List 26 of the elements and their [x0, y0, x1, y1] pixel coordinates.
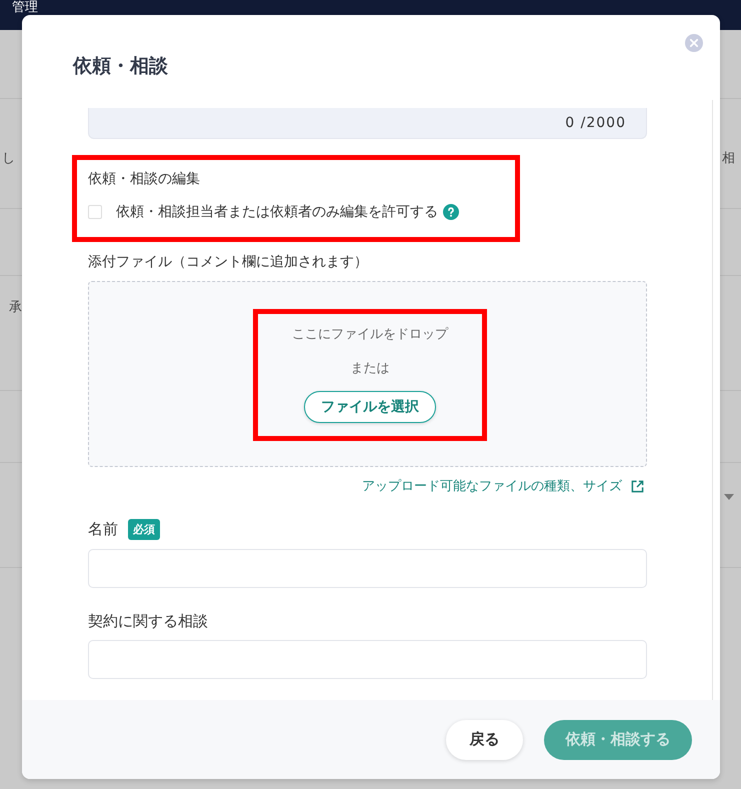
required-badge: 必須 [128, 519, 160, 540]
dialog-title: 依頼・相談 [73, 54, 168, 79]
drop-hint: ここにファイルをドロップ [292, 326, 448, 343]
text: し [2, 150, 15, 167]
section-label: 添付ファイル（コメント欄に追加されます） [88, 253, 369, 271]
character-counter: 0 /2000 [565, 115, 626, 131]
field-label: 契約に関する相談 [88, 612, 208, 631]
choose-file-button[interactable]: ファイルを選択 [304, 391, 436, 423]
text: 承 [9, 299, 22, 316]
drop-hint: または [350, 360, 390, 377]
back-button[interactable]: 戻る [446, 720, 523, 760]
input-field[interactable] [88, 549, 647, 588]
checkbox-label: 依頼・相談担当者または依頼者のみ編集を許可する [116, 203, 438, 221]
input-field[interactable] [88, 640, 647, 679]
drop-zone[interactable]: ここにファイルをドロップ または ファイルを選択 [88, 281, 647, 467]
close-icon[interactable] [685, 34, 703, 52]
external-link-icon[interactable] [631, 480, 644, 492]
text-area[interactable]: 0 /2000 [88, 108, 647, 139]
help-icon[interactable] [443, 204, 459, 220]
caret-icon [724, 494, 734, 500]
link[interactable]: アップロード可能なファイルの種類、サイズ [362, 477, 622, 495]
field-label: 名前 [88, 520, 118, 539]
section-label: 依頼・相談の編集 [88, 170, 201, 188]
text: 相 [722, 150, 735, 167]
checkbox[interactable] [88, 205, 102, 219]
app-title: 管理 [12, 0, 38, 15]
